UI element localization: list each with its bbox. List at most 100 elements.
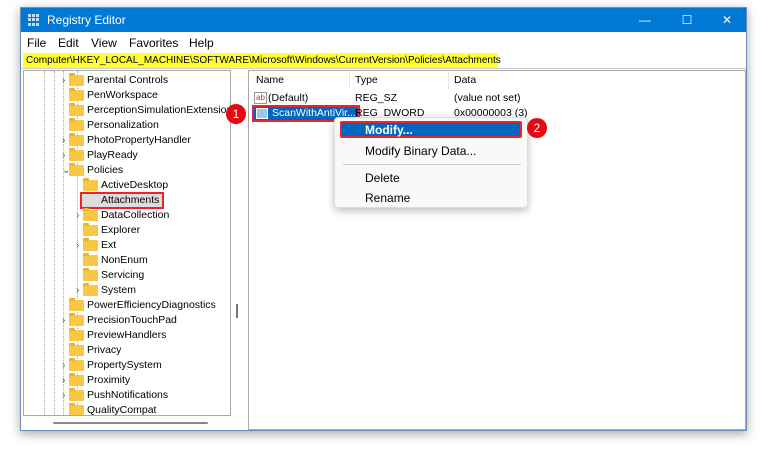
folder-icon — [69, 358, 84, 371]
tree-item[interactable]: QualityCompat — [24, 403, 230, 416]
tree-item-label: PrecisionTouchPad — [87, 314, 177, 326]
folder-icon — [69, 73, 84, 86]
folder-icon — [69, 313, 84, 326]
menu-item-delete[interactable]: Delete — [365, 171, 400, 185]
tree-item-label: PenWorkspace — [87, 89, 159, 101]
tree-item-label: Privacy — [87, 344, 122, 356]
tree-item[interactable]: Servicing — [24, 268, 230, 283]
tree-item-label: PropertySystem — [87, 359, 162, 371]
scroll-thumb[interactable] — [53, 422, 208, 424]
address-bar[interactable]: Computer\HKEY_LOCAL_MACHINE\SOFTWARE\Mic… — [23, 53, 501, 68]
tree-item[interactable]: PowerEfficiencyDiagnostics — [24, 298, 230, 313]
folder-icon — [69, 148, 84, 161]
folder-icon — [83, 253, 98, 266]
tree-item[interactable]: Personalization — [24, 118, 230, 133]
tree-item-label: PushNotifications — [87, 389, 169, 401]
tree-item[interactable]: PenWorkspace — [24, 88, 230, 103]
horizontal-scrollbar[interactable] — [23, 416, 231, 430]
menu-file[interactable]: File — [27, 36, 46, 50]
folder-icon — [83, 283, 98, 296]
tree-item-label: DataCollection — [101, 209, 170, 221]
tree-item[interactable]: Privacy — [24, 343, 230, 358]
tree-item-label: Policies — [87, 164, 124, 176]
tree-item-label: NonEnum — [101, 254, 148, 266]
tree-item[interactable]: › PushNotifications — [24, 388, 230, 403]
folder-icon — [69, 343, 84, 356]
menu-bar: File Edit View Favorites Help — [21, 34, 746, 52]
folder-icon — [83, 178, 98, 191]
tree-item-label: PlayReady — [87, 149, 138, 161]
folder-icon — [69, 118, 84, 131]
menu-edit[interactable]: Edit — [58, 36, 79, 50]
tree-item-label: PhotoPropertyHandler — [87, 134, 191, 146]
vertical-scrollbar[interactable] — [236, 304, 238, 318]
folder-icon — [69, 103, 84, 116]
tree-item[interactable]: ⌄ Policies — [24, 163, 230, 178]
step-badge-2: 2 — [527, 118, 547, 138]
menu-help[interactable]: Help — [189, 36, 214, 50]
column-type[interactable]: Type — [355, 74, 378, 86]
tree-item[interactable]: › PrecisionTouchPad — [24, 313, 230, 328]
tree-item[interactable]: › Parental Controls — [24, 73, 230, 88]
folder-icon — [69, 388, 84, 401]
tree-item[interactable]: Attachments — [24, 192, 230, 209]
tree-item[interactable]: › Proximity — [24, 373, 230, 388]
tree-item-label: PreviewHandlers — [87, 329, 167, 341]
tree-item-label: PerceptionSimulationExtensions — [87, 104, 231, 116]
tree-item[interactable]: ActiveDesktop — [24, 178, 230, 193]
tree-item-label: Ext — [101, 239, 117, 251]
tree-item[interactable]: › PhotoPropertyHandler — [24, 133, 230, 148]
tree-item-label: Parental Controls — [87, 74, 169, 86]
tree-item[interactable]: Explorer — [24, 223, 230, 238]
tree-item[interactable]: NonEnum — [24, 253, 230, 268]
tree-item-label: Explorer — [101, 224, 141, 236]
string-value-icon: ab — [254, 92, 267, 104]
minimize-button[interactable]: — — [627, 8, 663, 32]
menu-separator — [343, 164, 521, 165]
registry-editor-icon — [28, 14, 40, 26]
folder-icon — [69, 328, 84, 341]
menu-item-modify[interactable]: Modify... — [365, 123, 413, 137]
value-type: REG_SZ — [355, 92, 398, 104]
tree-item[interactable]: › PropertySystem — [24, 358, 230, 373]
menu-item-modify-binary[interactable]: Modify Binary Data... — [365, 144, 476, 158]
registry-editor-window: Registry Editor — ☐ ✕ File Edit View Fav… — [20, 7, 747, 431]
tree-item-label: System — [101, 284, 137, 296]
context-menu: Modify... Modify Binary Data... Delete R… — [334, 117, 528, 208]
tree-item[interactable]: PreviewHandlers — [24, 328, 230, 343]
tree-item-label: Attachments — [101, 194, 160, 206]
folder-icon — [69, 403, 84, 415]
divider — [448, 71, 449, 89]
column-name[interactable]: Name — [256, 74, 284, 86]
title-bar: Registry Editor — ☐ ✕ — [21, 8, 746, 32]
tree-item[interactable]: › DataCollection — [24, 208, 230, 223]
key-tree[interactable]: › Parental Controls PenWorkspace Perception… — [23, 70, 231, 416]
dword-value-icon — [256, 108, 268, 119]
tree-item[interactable]: PerceptionSimulationExtensions — [24, 103, 230, 118]
folder-icon — [69, 373, 84, 386]
tree-item-label: Proximity — [87, 374, 131, 386]
folder-icon — [83, 208, 98, 221]
tree-item[interactable]: › PlayReady — [24, 148, 230, 163]
column-data[interactable]: Data — [454, 74, 476, 86]
folder-icon — [83, 238, 98, 251]
folder-icon — [69, 133, 84, 146]
value-row[interactable]: ab (Default) REG_SZ (value not set) — [254, 91, 724, 106]
tree-item-label: Personalization — [87, 119, 159, 131]
tree-item-label: Servicing — [101, 269, 145, 281]
maximize-button[interactable]: ☐ — [669, 8, 705, 32]
divider — [349, 71, 350, 89]
folder-icon — [83, 268, 98, 281]
folder-icon — [69, 88, 84, 101]
menu-favorites[interactable]: Favorites — [129, 36, 178, 50]
folder-icon — [69, 298, 84, 311]
step-badge-1: 1 — [226, 104, 246, 124]
tree-item[interactable]: › System — [24, 283, 230, 298]
value-name: (Default) — [268, 92, 309, 104]
folder-icon — [83, 223, 98, 236]
close-button[interactable]: ✕ — [709, 8, 745, 32]
menu-item-rename[interactable]: Rename — [365, 191, 410, 205]
tree-item[interactable]: › Ext — [24, 238, 230, 253]
tree-item-label: QualityCompat — [87, 404, 157, 416]
menu-view[interactable]: View — [91, 36, 117, 50]
